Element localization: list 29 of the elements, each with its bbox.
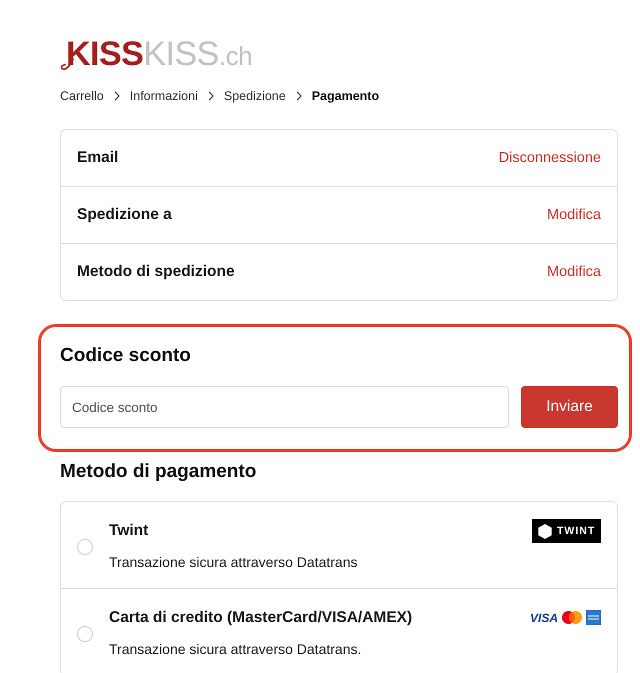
method-description: Transazione sicura attraverso Datatrans: [109, 553, 358, 572]
section-title: Metodo di pagamento: [60, 461, 258, 483]
visa-logo: VISA: [530, 610, 558, 624]
breadcrumb-link[interactable]: Carrello: [60, 88, 104, 104]
twint-logo-text: TWINT: [557, 525, 596, 537]
row-label: Metodo di spedizione: [77, 263, 235, 281]
breadcrumb-link[interactable]: Spedizione: [224, 88, 286, 104]
chevron-right-icon: [208, 91, 214, 101]
radio-button[interactable]: [77, 538, 93, 554]
radio-button[interactable]: [77, 626, 93, 642]
site-logo[interactable]: KISSKISS.ch: [66, 36, 252, 74]
method-name: Twint: [109, 521, 150, 541]
row-action-link[interactable]: Disconnessione: [498, 150, 601, 166]
hexagon-icon: [538, 524, 552, 538]
row-action-link[interactable]: Modifica: [547, 264, 601, 280]
discount-code-field[interactable]: Codice sconto: [60, 386, 509, 428]
submit-button[interactable]: Inviare: [521, 386, 618, 428]
method-description: Transazione sicura attraverso Datatrans.: [109, 640, 362, 659]
row-action-link[interactable]: Modifica: [547, 207, 601, 223]
row-label: Email: [77, 149, 118, 167]
breadcrumb-link[interactable]: Informazioni: [130, 88, 198, 104]
row-label: Spedizione a: [77, 206, 172, 224]
mastercard-logo-icon: [562, 611, 582, 624]
amex-logo-icon: [586, 610, 601, 625]
section-title: Codice sconto: [60, 345, 192, 367]
method-name: Carta di credito (MasterCard/VISA/AMEX): [109, 608, 414, 628]
breadcrumb-current: Pagamento: [312, 88, 380, 104]
chevron-right-icon: [296, 91, 302, 101]
chevron-right-icon: [114, 91, 120, 101]
